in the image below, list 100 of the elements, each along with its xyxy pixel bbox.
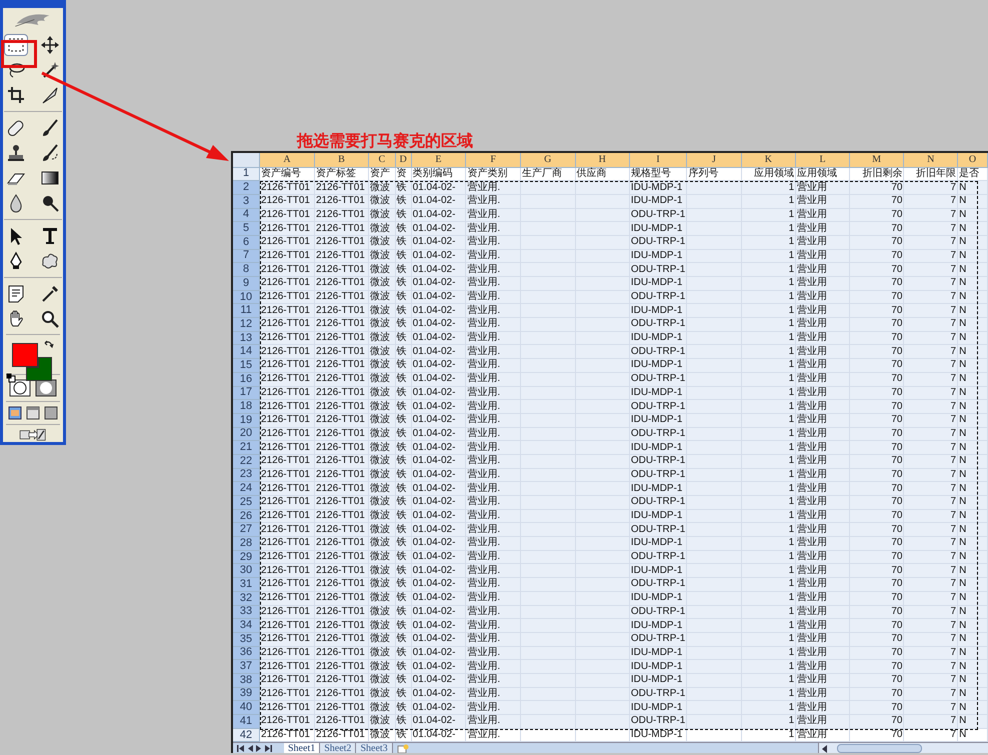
column-header[interactable]: L <box>796 153 850 167</box>
row-header[interactable]: 27 <box>233 522 260 537</box>
row-header[interactable]: 40 <box>233 700 260 714</box>
table-cell: 1 <box>741 358 796 372</box>
previous-sheet-icon[interactable] <box>247 745 253 752</box>
row-header[interactable]: 15 <box>233 358 260 372</box>
table-cell: 1 <box>741 372 796 386</box>
table-cell: 营业用 <box>796 468 850 482</box>
row-header[interactable]: 11 <box>233 304 260 318</box>
table-cell: 1 <box>741 536 796 550</box>
table-cell: 营业用 <box>796 687 850 701</box>
column-header[interactable]: O <box>958 153 988 167</box>
row-header[interactable]: 39 <box>233 687 260 701</box>
table-cell: 2126-TT01 <box>314 222 368 236</box>
table-cell: 资产标签 <box>314 167 368 181</box>
row-header[interactable]: 41 <box>233 714 260 728</box>
table-cell: IDU-MDP-1 <box>629 440 687 454</box>
sheet-tab[interactable]: Sheet2 <box>320 743 356 753</box>
table-cell: 2126-TT01 <box>314 632 368 646</box>
row-header[interactable]: 24 <box>233 482 260 496</box>
table-cell: 70 <box>849 536 904 550</box>
screen-mode-icon[interactable] <box>26 406 40 420</box>
standard-mode-icon[interactable] <box>9 379 31 398</box>
row-header[interactable]: 10 <box>233 290 260 304</box>
table-cell: ODU-TRP-1 <box>629 496 687 510</box>
row-header[interactable]: 22 <box>233 454 260 468</box>
row-header[interactable]: 36 <box>233 646 260 660</box>
column-header[interactable]: I <box>629 153 687 167</box>
row-header[interactable]: 31 <box>233 578 260 592</box>
row-header[interactable]: 29 <box>233 550 260 564</box>
quick-mask-icon[interactable] <box>35 379 57 398</box>
table-cell: 2126-TT01 <box>314 331 368 345</box>
row-header[interactable]: 2 <box>233 180 260 194</box>
row-header[interactable]: 12 <box>233 318 260 332</box>
insert-sheet-icon[interactable] <box>396 744 409 753</box>
column-header[interactable]: K <box>741 153 796 167</box>
row-header[interactable]: 13 <box>233 331 260 345</box>
column-header[interactable]: M <box>849 153 904 167</box>
horizontal-scrollbar[interactable] <box>818 743 988 753</box>
screen-mode-icon[interactable] <box>8 406 22 420</box>
row-header[interactable]: 33 <box>233 605 260 619</box>
foreground-color-swatch[interactable] <box>12 343 38 368</box>
next-sheet-icon[interactable] <box>256 745 262 752</box>
row-header[interactable]: 9 <box>233 276 260 290</box>
sheet-tab[interactable]: Sheet1 <box>284 743 320 753</box>
column-header[interactable]: A <box>260 153 314 167</box>
row-header[interactable]: 21 <box>233 440 260 454</box>
row-header[interactable]: 20 <box>233 427 260 441</box>
row-header[interactable]: 38 <box>233 673 260 688</box>
row-header[interactable]: 4 <box>233 208 260 222</box>
column-header[interactable]: C <box>368 153 396 167</box>
column-header[interactable]: B <box>314 153 368 167</box>
column-header[interactable]: N <box>904 153 958 167</box>
row-header[interactable]: 28 <box>233 536 260 550</box>
row-header[interactable]: 5 <box>233 222 260 236</box>
table-cell: 营业用 <box>796 564 850 578</box>
screen-mode-icon[interactable] <box>44 406 58 420</box>
table-cell: 2126-TT01 <box>260 509 314 523</box>
table-cell: 01.04-02- <box>411 318 466 332</box>
row-header[interactable]: 6 <box>233 235 260 250</box>
row-header[interactable]: 8 <box>233 262 260 276</box>
background-color-swatch[interactable] <box>26 357 52 382</box>
scroll-left-icon[interactable] <box>821 744 829 753</box>
row-header[interactable]: 35 <box>233 632 260 646</box>
column-header[interactable]: J <box>686 153 742 167</box>
row-header[interactable]: 16 <box>233 372 260 386</box>
column-header[interactable]: D <box>395 153 412 167</box>
row-header[interactable]: 7 <box>233 249 260 263</box>
last-sheet-icon[interactable] <box>265 745 272 752</box>
row-header[interactable]: 23 <box>233 468 260 482</box>
table-cell: 营业用. <box>466 276 520 290</box>
row-header[interactable]: 25 <box>233 496 260 510</box>
table-cell: 2126-TT01 <box>260 482 314 496</box>
table-cell: 营业用 <box>796 632 850 646</box>
column-header[interactable]: H <box>575 153 630 167</box>
column-header[interactable]: E <box>411 153 466 167</box>
table-cell: IDU-MDP-1 <box>629 249 687 263</box>
row-header[interactable]: 3 <box>233 194 260 208</box>
row-header[interactable]: 1 <box>233 167 260 181</box>
row-header[interactable]: 14 <box>233 344 260 359</box>
table-cell: 营业用. <box>466 646 520 660</box>
table-cell: 2126-TT01 <box>260 249 314 263</box>
table-cell: 01.04-02- <box>411 468 466 482</box>
row-header[interactable]: 30 <box>233 564 260 578</box>
row-header[interactable]: 17 <box>233 386 260 400</box>
sheet-tab[interactable]: Sheet3 <box>356 743 393 753</box>
column-header[interactable]: G <box>520 153 576 167</box>
scrollbar-thumb[interactable] <box>837 744 922 753</box>
table-cell: 2126-TT01 <box>314 509 368 523</box>
table-cell: 1 <box>741 660 796 674</box>
row-header[interactable]: 37 <box>233 660 260 674</box>
row-header[interactable]: 32 <box>233 591 260 605</box>
row-header[interactable]: 34 <box>233 618 260 632</box>
column-header[interactable]: F <box>466 153 520 167</box>
row-header[interactable]: 42 <box>233 728 260 742</box>
row-header[interactable]: 19 <box>233 413 260 428</box>
row-header[interactable]: 26 <box>233 509 260 523</box>
first-sheet-icon[interactable] <box>237 745 244 752</box>
row-header[interactable]: 18 <box>233 400 260 414</box>
table-cell: 7 <box>904 578 958 592</box>
